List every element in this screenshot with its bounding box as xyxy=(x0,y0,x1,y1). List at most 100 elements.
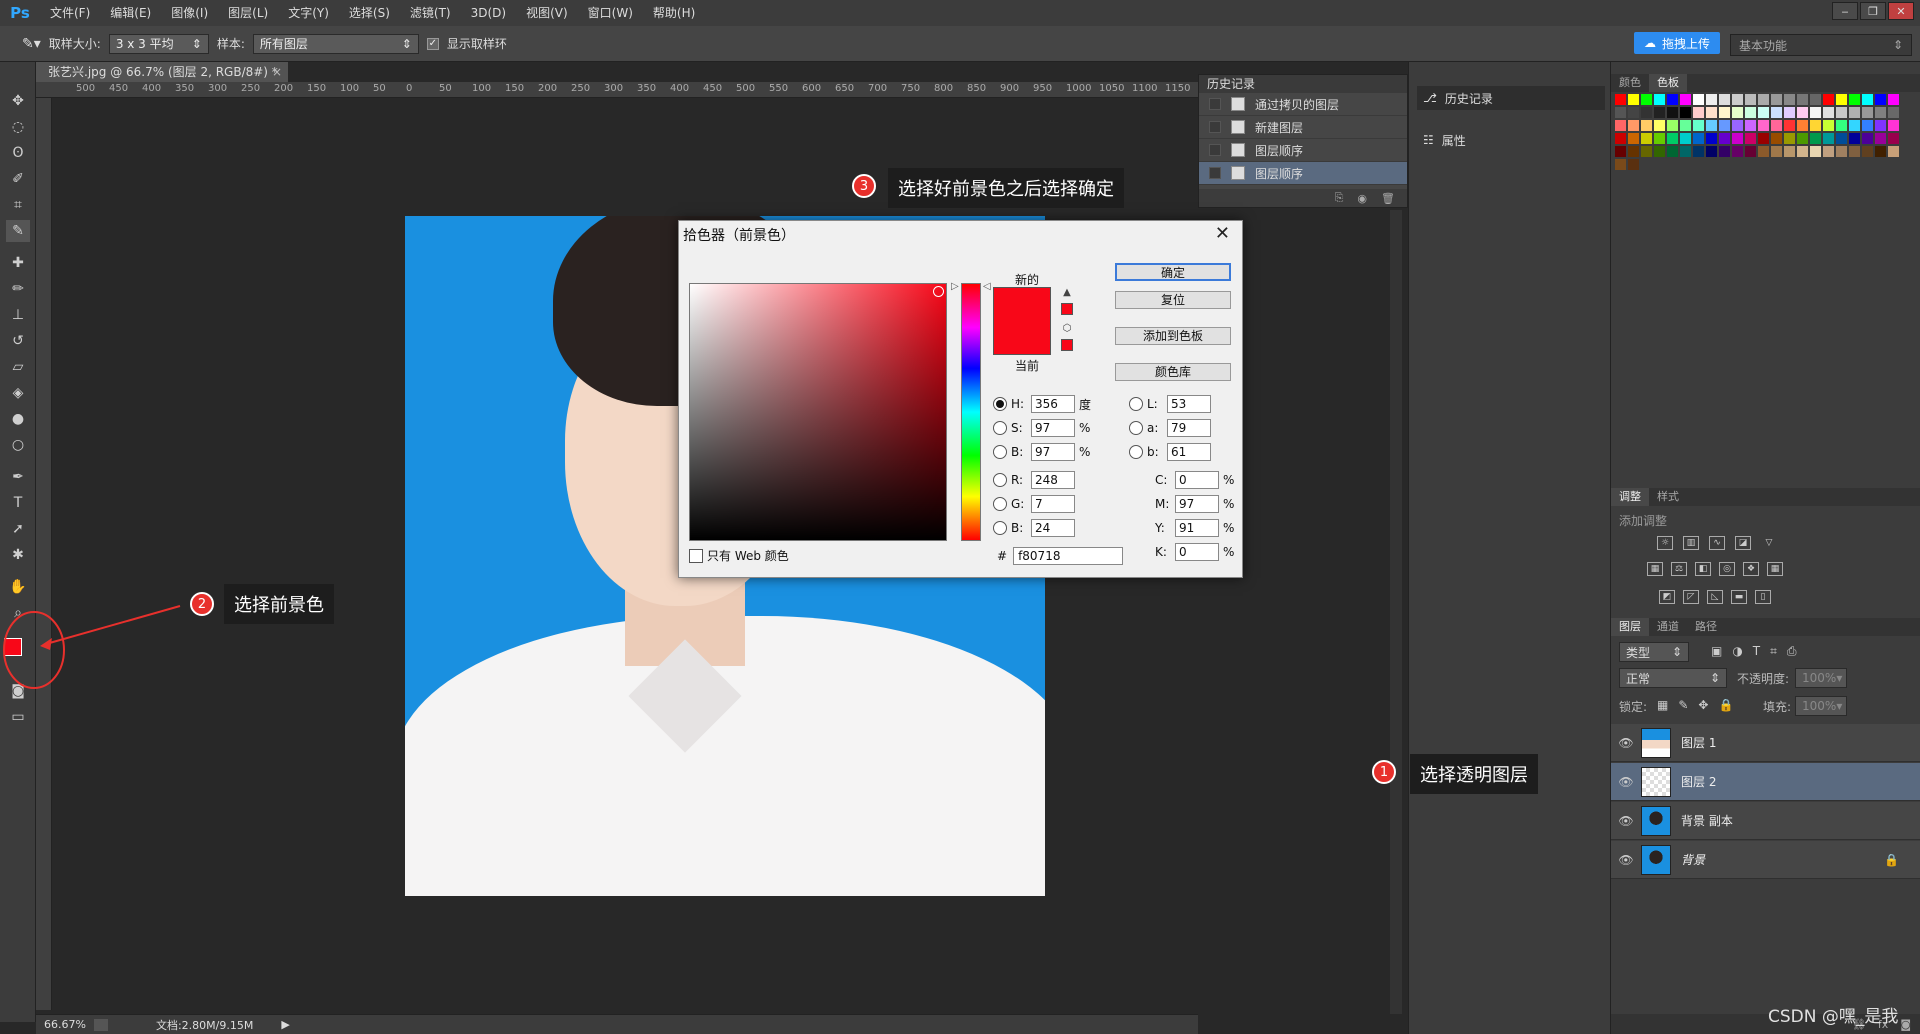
color-swatch[interactable] xyxy=(1706,146,1717,157)
color-swatch[interactable] xyxy=(1810,146,1821,157)
layer-row[interactable]: 👁 背景 副本 xyxy=(1611,802,1920,840)
menu-filter[interactable]: 滤镜(T) xyxy=(400,0,461,26)
color-swatch[interactable] xyxy=(1615,146,1626,157)
show-ring-checkbox[interactable]: ✓ xyxy=(426,37,439,50)
black-input[interactable]: 0 xyxy=(1175,543,1219,561)
upload-button[interactable]: ☁ 拖拽上传 xyxy=(1633,32,1720,54)
yellow-input[interactable]: 91 xyxy=(1175,519,1219,537)
workspace-select[interactable]: 基本功能 ⇕ xyxy=(1730,34,1912,56)
color-swatch[interactable] xyxy=(1888,133,1899,144)
layer-thumbnail[interactable] xyxy=(1641,727,1671,758)
color-swatch[interactable] xyxy=(1745,133,1756,144)
tab-layers[interactable]: 图层 xyxy=(1611,618,1649,636)
color-swatch[interactable] xyxy=(1771,120,1782,131)
menu-type[interactable]: 文字(Y) xyxy=(278,0,339,26)
sample-select[interactable]: 所有图层 ⇕ xyxy=(252,33,419,54)
tab-color[interactable]: 颜色 xyxy=(1611,74,1649,92)
current-color-swatch[interactable] xyxy=(993,321,1051,355)
marquee-tool-icon[interactable]: ◌ xyxy=(6,116,30,138)
color-swatch[interactable] xyxy=(1849,133,1860,144)
eyedropper-tool-icon[interactable]: ✎ xyxy=(6,220,30,242)
color-swatch[interactable] xyxy=(1719,133,1730,144)
color-swatch[interactable] xyxy=(1641,120,1652,131)
saturation-input[interactable]: 97 xyxy=(1031,419,1075,437)
color-swatch[interactable] xyxy=(1823,133,1834,144)
history-brush-tool-icon[interactable]: ↺ xyxy=(6,330,30,352)
color-swatch[interactable] xyxy=(1875,120,1886,131)
selective-color-icon[interactable]: ▯ xyxy=(1755,590,1771,604)
lasso-tool-icon[interactable]: ʘ xyxy=(6,142,30,164)
eraser-tool-icon[interactable]: ▱ xyxy=(6,356,30,378)
menu-layer[interactable]: 图层(L) xyxy=(218,0,278,26)
color-swatch[interactable] xyxy=(1628,120,1639,131)
color-swatch[interactable] xyxy=(1615,107,1626,118)
history-snapshot-checkbox[interactable] xyxy=(1209,167,1221,179)
color-swatch[interactable] xyxy=(1680,146,1691,157)
color-swatch[interactable] xyxy=(1784,146,1795,157)
color-swatch[interactable] xyxy=(1654,107,1665,118)
properties-dock-button[interactable]: ☷ 属性 xyxy=(1417,128,1605,152)
brightness-radio[interactable] xyxy=(993,445,1007,459)
color-swatch[interactable] xyxy=(1823,146,1834,157)
color-swatch[interactable] xyxy=(1641,107,1652,118)
black-white-icon[interactable]: ◧ xyxy=(1695,562,1711,576)
color-swatch[interactable] xyxy=(1771,146,1782,157)
cyan-input[interactable]: 0 xyxy=(1175,471,1219,489)
new-document-icon[interactable]: ⎘ xyxy=(1335,191,1344,205)
color-swatch[interactable] xyxy=(1810,94,1821,105)
color-swatch[interactable] xyxy=(1745,146,1756,157)
channel-mixer-icon[interactable]: ❖ xyxy=(1743,562,1759,576)
layer-row[interactable]: 👁 图层 1 xyxy=(1611,724,1920,762)
color-swatch[interactable] xyxy=(1654,146,1665,157)
zoom-tool-icon[interactable]: ⌕ xyxy=(6,602,30,624)
layer-filter-icons[interactable]: ▣◑T⌗⎙ xyxy=(1711,644,1807,659)
eyedropper-tool-icon[interactable]: ✎▾ xyxy=(22,36,41,52)
color-swatch[interactable] xyxy=(1810,107,1821,118)
color-swatch[interactable] xyxy=(1784,133,1795,144)
tab-swatches[interactable]: 色板 xyxy=(1649,74,1687,92)
color-swatch[interactable] xyxy=(1680,133,1691,144)
visibility-eye-icon[interactable]: 👁 xyxy=(1611,736,1641,750)
quick-mask-icon[interactable]: ◙ xyxy=(6,680,30,702)
color-swatch[interactable] xyxy=(1732,107,1743,118)
mask-icon[interactable]: ◙ xyxy=(1900,1018,1911,1031)
color-swatch[interactable] xyxy=(1667,146,1678,157)
stamp-tool-icon[interactable]: ⊥ xyxy=(6,304,30,326)
color-swatch[interactable] xyxy=(1797,133,1808,144)
layer-name[interactable]: 图层 1 xyxy=(1681,734,1716,751)
color-swatch[interactable] xyxy=(1693,120,1704,131)
hand-tool-icon[interactable]: ✋ xyxy=(6,576,30,598)
dodge-tool-icon[interactable]: ○ xyxy=(6,434,30,456)
color-swatch[interactable] xyxy=(1628,146,1639,157)
color-swatch[interactable] xyxy=(1758,146,1769,157)
color-swatch[interactable] xyxy=(1875,133,1886,144)
color-swatch[interactable] xyxy=(1628,94,1639,105)
color-swatch[interactable] xyxy=(1628,133,1639,144)
color-marker[interactable] xyxy=(933,286,944,297)
color-swatch[interactable] xyxy=(1719,107,1730,118)
color-swatch[interactable] xyxy=(1706,94,1717,105)
document-tab[interactable]: 张艺兴.jpg @ 66.7% (图层 2, RGB/8#) * × xyxy=(36,62,288,82)
color-swatch[interactable] xyxy=(1667,120,1678,131)
color-swatch[interactable] xyxy=(1836,120,1847,131)
fill-input[interactable]: 100% ▾ xyxy=(1795,696,1847,716)
color-swatch[interactable] xyxy=(1667,107,1678,118)
tab-channels[interactable]: 通道 xyxy=(1649,618,1687,636)
menu-window[interactable]: 窗口(W) xyxy=(578,0,643,26)
color-swatch[interactable] xyxy=(1615,159,1626,170)
color-swatch[interactable] xyxy=(1875,107,1886,118)
visibility-eye-icon[interactable]: 👁 xyxy=(1611,853,1641,867)
web-colors-checkbox[interactable] xyxy=(689,548,703,563)
color-swatch[interactable] xyxy=(1719,146,1730,157)
brightness-input[interactable]: 97 xyxy=(1031,443,1075,461)
red-input[interactable]: 248 xyxy=(1031,471,1075,489)
minimize-button[interactable]: ‒ xyxy=(1832,2,1858,20)
visibility-eye-icon[interactable]: 👁 xyxy=(1611,775,1641,789)
color-swatch[interactable] xyxy=(1823,120,1834,131)
lock-icons[interactable]: ▦✎✥🔒 xyxy=(1657,698,1743,712)
snapshot-icon[interactable]: ◉ xyxy=(1357,192,1367,205)
healing-tool-icon[interactable]: ✚ xyxy=(6,252,30,274)
color-swatch[interactable] xyxy=(1693,107,1704,118)
saturation-brightness-field[interactable] xyxy=(689,283,947,541)
hue-input[interactable]: 356 xyxy=(1031,395,1075,413)
